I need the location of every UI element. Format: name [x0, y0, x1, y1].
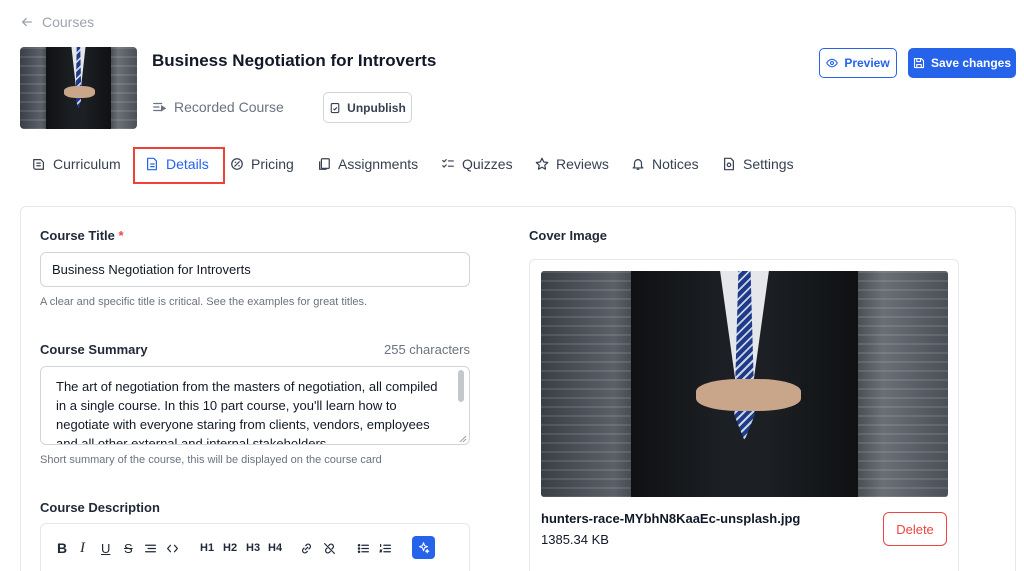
tab-assignments[interactable]: Assignments: [317, 156, 418, 172]
course-type: Recorded Course: [152, 99, 284, 115]
document-icon: [330, 102, 340, 113]
cover-filesize: 1385.34 KB: [541, 532, 609, 547]
course-summary-label: Course Summary: [40, 342, 148, 357]
bell-icon: [632, 159, 644, 170]
tab-label: Quizzes: [462, 156, 513, 172]
bullet-list-icon: [357, 543, 369, 553]
cover-image: [541, 271, 948, 497]
course-summary-textarea[interactable]: The art of negotiation from the masters …: [40, 366, 470, 445]
tab-label: Reviews: [556, 156, 609, 172]
heading-1-button[interactable]: H1: [200, 540, 214, 556]
numbered-list-button[interactable]: [379, 540, 392, 556]
tab-label: Curriculum: [53, 156, 121, 172]
resize-handle-icon[interactable]: [459, 435, 467, 443]
tab-label: Assignments: [338, 156, 419, 172]
course-summary-hint: Short summary of the course, this will b…: [40, 454, 382, 466]
settings-doc-icon: [724, 157, 734, 171]
tab-settings[interactable]: Settings: [722, 156, 794, 172]
course-title: Business Negotiation for Introverts: [152, 51, 437, 70]
unlink-button[interactable]: [323, 540, 336, 556]
heading-2-button[interactable]: H2: [223, 540, 237, 556]
star-icon: [535, 157, 549, 170]
ai-assist-button[interactable]: [412, 536, 435, 559]
strikethrough-button[interactable]: S: [124, 540, 133, 556]
tab-label: Pricing: [251, 156, 294, 172]
save-label: Save changes: [930, 56, 1012, 70]
bold-button[interactable]: B: [57, 540, 67, 556]
tab-pricing[interactable]: Pricing: [230, 156, 294, 172]
active-tab-highlight: [133, 147, 225, 184]
course-title-input[interactable]: Business Negotiation for Introverts: [40, 252, 470, 287]
arrow-left-icon: [21, 17, 33, 27]
sparkles-icon: [418, 542, 430, 554]
unpublish-button[interactable]: Unpublish: [323, 92, 412, 123]
align-button[interactable]: [144, 540, 157, 556]
delete-label: Delete: [896, 521, 934, 537]
heading-3-button[interactable]: H3: [246, 540, 260, 556]
preview-button[interactable]: Preview: [819, 48, 897, 78]
recorded-course-icon: [153, 102, 166, 112]
unpublish-label: Unpublish: [347, 100, 406, 115]
cover-filename: hunters-race-MYbhN8KaaEc-unsplash.jpg: [541, 511, 801, 526]
pricing-icon: [231, 158, 243, 170]
bullet-list-button[interactable]: [357, 540, 370, 556]
preview-label: Preview: [844, 56, 890, 70]
summary-character-count: 255 characters: [384, 342, 470, 357]
required-mark: *: [118, 228, 124, 243]
course-summary-value: The art of negotiation from the masters …: [56, 379, 438, 445]
unlink-icon: [324, 542, 335, 554]
summary-scrollbar[interactable]: [458, 370, 464, 402]
course-title-label: Course Title *: [40, 228, 124, 243]
tab-reviews[interactable]: Reviews: [535, 156, 609, 172]
course-description-label: Course Description: [40, 500, 160, 515]
italic-button[interactable]: I: [80, 540, 85, 556]
code-button[interactable]: [166, 540, 179, 556]
checklist-icon: [442, 159, 454, 168]
numbered-list-icon: [379, 543, 391, 552]
course-title-hint: A clear and specific title is critical. …: [40, 296, 368, 308]
delete-cover-button[interactable]: Delete: [883, 512, 947, 546]
heading-4-button[interactable]: H4: [268, 540, 282, 556]
link-icon: [302, 543, 311, 553]
align-left-icon: [145, 544, 156, 552]
eye-icon: [826, 58, 839, 68]
tab-quizzes[interactable]: Quizzes: [441, 156, 513, 172]
course-thumbnail: [20, 47, 137, 129]
curriculum-icon: [33, 159, 44, 170]
code-icon: [167, 544, 178, 552]
save-changes-button[interactable]: Save changes: [908, 48, 1016, 78]
link-button[interactable]: [300, 540, 313, 556]
back-label: Courses: [42, 14, 95, 30]
tab-curriculum[interactable]: Curriculum: [32, 156, 121, 172]
copy-icon: [319, 158, 330, 170]
course-title-value: Business Negotiation for Introverts: [52, 262, 251, 277]
save-icon: [913, 57, 925, 69]
back-to-courses-link[interactable]: Courses: [20, 14, 94, 30]
course-type-label: Recorded Course: [174, 99, 284, 115]
cover-image-label: Cover Image: [529, 228, 608, 243]
tab-notices[interactable]: Notices: [631, 156, 699, 172]
tab-label: Notices: [652, 156, 699, 172]
underline-button[interactable]: U: [101, 540, 110, 556]
tab-label: Settings: [743, 156, 794, 172]
